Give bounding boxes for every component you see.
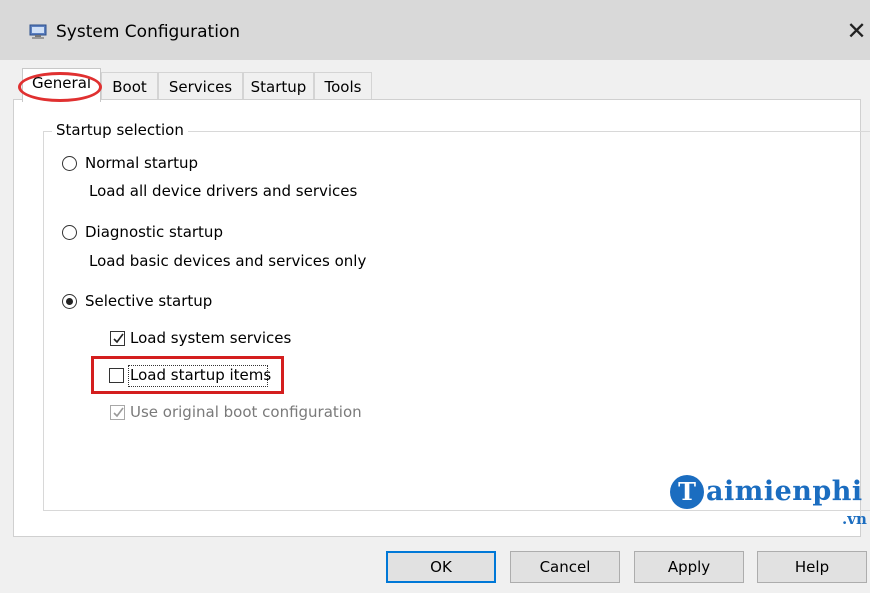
load-startup-items-checkbox[interactable] <box>109 368 124 383</box>
watermark-logo-mark: T <box>670 475 704 509</box>
window-title: System Configuration <box>56 22 241 42</box>
close-icon: ✕ <box>846 17 867 45</box>
tab-strip: General Boot Services Startup Tools <box>14 68 870 102</box>
load-startup-items-label[interactable]: Load startup items <box>130 366 271 384</box>
tab-label: Tools <box>324 78 362 96</box>
tab-boot[interactable]: Boot <box>101 72 158 100</box>
use-original-boot-config-label: Use original boot configuration <box>130 403 362 421</box>
group-title: Startup selection <box>52 121 188 139</box>
help-button[interactable]: Help <box>757 551 867 583</box>
tab-tools[interactable]: Tools <box>314 72 372 100</box>
tab-general[interactable]: General <box>22 68 101 102</box>
tab-label: General <box>31 74 92 92</box>
tab-services[interactable]: Services <box>158 72 243 100</box>
normal-startup-description: Load all device drivers and services <box>89 182 358 200</box>
tab-label: Boot <box>112 78 147 96</box>
use-original-boot-config-checkbox <box>110 405 125 420</box>
watermark-text: aimienphi <box>706 476 863 507</box>
watermark-logo: T aimienphi .vn <box>670 472 870 532</box>
ok-button[interactable]: OK <box>386 551 496 583</box>
load-system-services-label[interactable]: Load system services <box>130 329 291 347</box>
tab-label: Services <box>168 78 233 96</box>
title-bar[interactable]: System Configuration ✕ <box>0 0 870 60</box>
diagnostic-startup-radio[interactable] <box>62 225 77 240</box>
system-config-icon <box>29 24 47 39</box>
normal-startup-radio[interactable] <box>62 156 77 171</box>
diagnostic-startup-label[interactable]: Diagnostic startup <box>85 223 223 241</box>
tab-label: Startup <box>250 78 307 96</box>
normal-startup-label[interactable]: Normal startup <box>85 154 198 172</box>
close-button[interactable]: ✕ <box>843 16 870 46</box>
check-icon <box>113 407 124 418</box>
selective-startup-radio[interactable] <box>62 294 77 309</box>
cancel-button[interactable]: Cancel <box>510 551 620 583</box>
apply-button[interactable]: Apply <box>634 551 744 583</box>
selective-startup-label[interactable]: Selective startup <box>85 292 212 310</box>
load-system-services-checkbox[interactable] <box>110 331 125 346</box>
check-icon <box>113 333 124 344</box>
watermark-suffix: .vn <box>842 510 867 528</box>
diagnostic-startup-description: Load basic devices and services only <box>89 252 367 270</box>
tab-startup[interactable]: Startup <box>243 72 314 100</box>
